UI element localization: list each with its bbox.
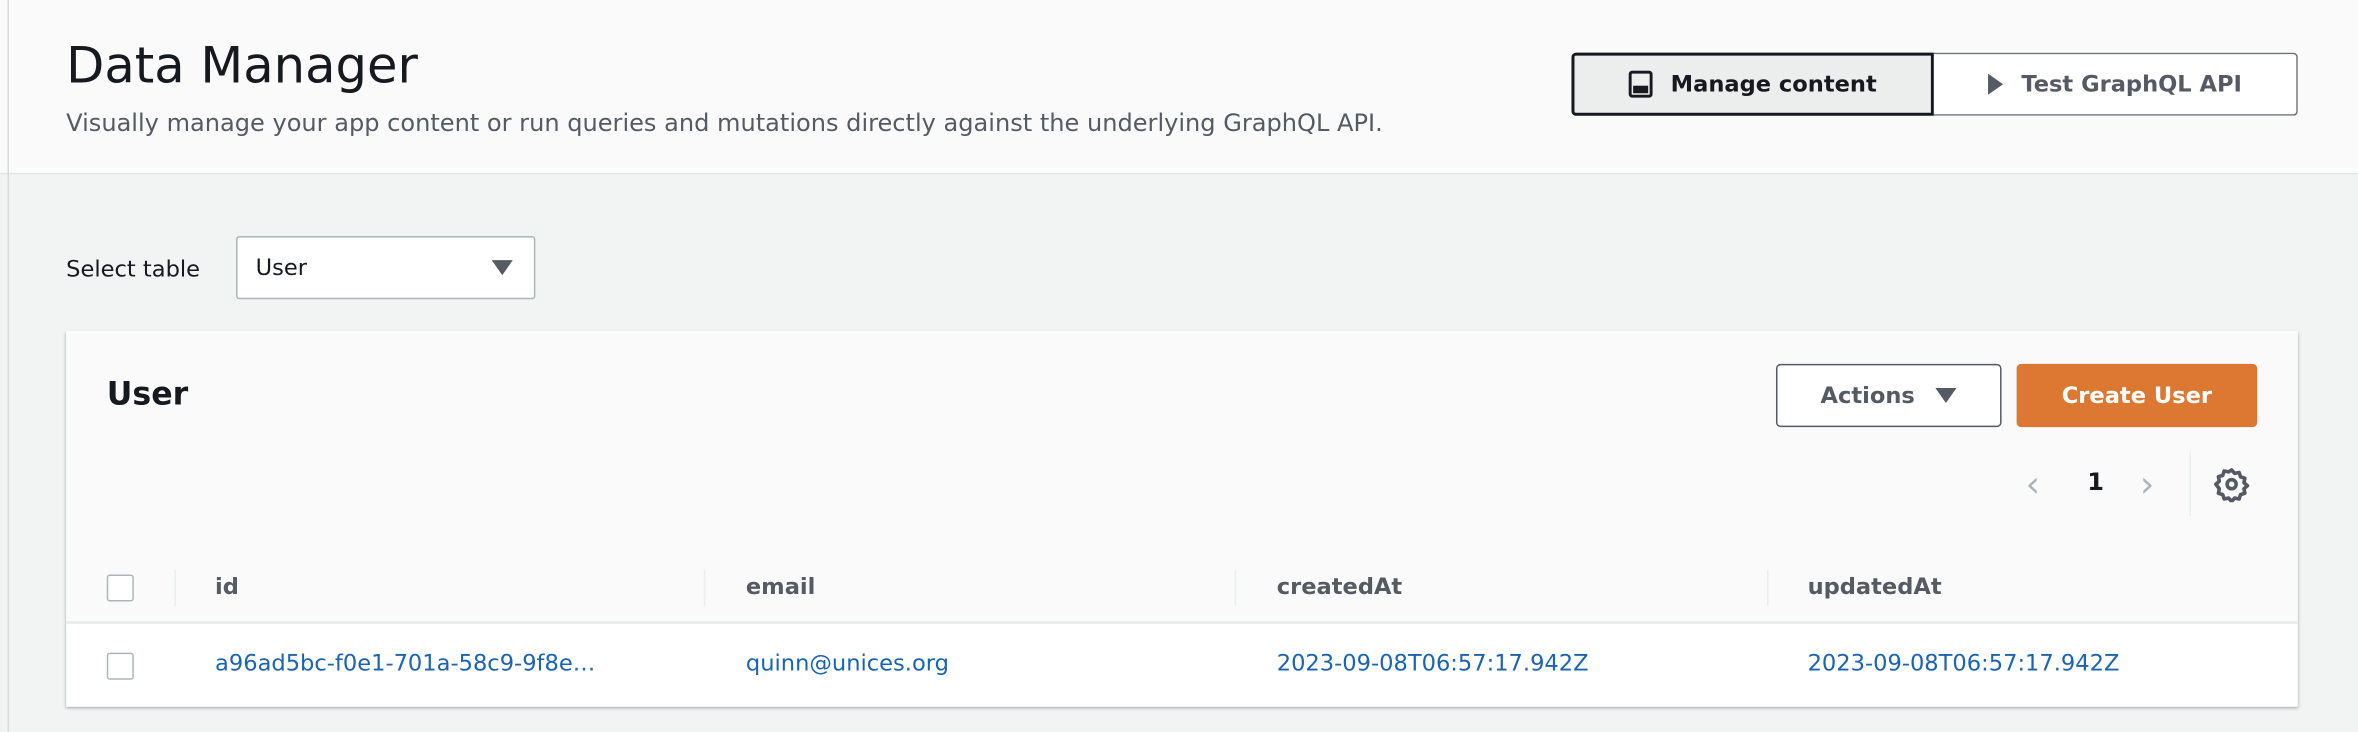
- column-header-email[interactable]: email: [746, 573, 816, 600]
- divider: [2189, 452, 2192, 516]
- divider: [7, 0, 10, 732]
- previous-page-icon[interactable]: ‹: [2026, 463, 2040, 505]
- caret-down-icon: [491, 260, 513, 276]
- page-title: Data Manager: [66, 36, 418, 95]
- manage-content-button[interactable]: Manage content: [1571, 52, 1934, 116]
- column-separator: [174, 569, 176, 607]
- manage-content-label: Manage content: [1670, 70, 1877, 98]
- cell-email-link[interactable]: quinn@unices.org: [746, 650, 949, 677]
- actions-label: Actions: [1820, 381, 1915, 410]
- test-graphql-api-label: Test GraphQL API: [2021, 70, 2242, 98]
- row-checkbox[interactable]: [106, 652, 134, 680]
- column-header-createdat[interactable]: createdAt: [1277, 573, 1402, 600]
- page-header: Data Manager Visually manage your app co…: [0, 0, 2358, 175]
- gear-icon[interactable]: [2214, 466, 2250, 503]
- cell-updatedat-link[interactable]: 2023-09-08T06:57:17.942Z: [1808, 650, 2120, 677]
- select-all-checkbox[interactable]: [106, 574, 134, 602]
- select-table-label: Select table: [66, 255, 201, 283]
- cell-createdat-link[interactable]: 2023-09-08T06:57:17.942Z: [1277, 650, 1589, 677]
- actions-button[interactable]: Actions: [1775, 363, 2002, 428]
- cell-id-link[interactable]: a96ad5bc-f0e1-701a-58c9-9f8e…: [215, 650, 595, 677]
- create-user-button[interactable]: Create User: [2016, 363, 2258, 428]
- table-header-row: id email createdAt updatedAt: [66, 551, 2298, 625]
- test-graphql-api-button[interactable]: Test GraphQL API: [1933, 52, 2298, 116]
- table-row: a96ad5bc-f0e1-701a-58c9-9f8e… quinn@unic…: [66, 624, 2298, 707]
- column-header-id[interactable]: id: [215, 573, 239, 600]
- current-page-number[interactable]: 1: [2087, 468, 2104, 497]
- column-separator: [1234, 569, 1237, 607]
- column-separator: [1766, 569, 1769, 607]
- caret-down-icon: [1935, 387, 1957, 404]
- card-title: User: [106, 375, 189, 413]
- page-subtitle: Visually manage your app content or run …: [66, 108, 1383, 137]
- view-segmented-control: Manage content Test GraphQL API: [1571, 52, 2298, 116]
- table-card: User Actions Create User ‹ 1 › id email …: [66, 330, 2298, 707]
- select-table-value: User: [255, 254, 308, 282]
- column-separator: [703, 569, 706, 607]
- content-panel-icon: [1628, 70, 1653, 98]
- play-icon: [1988, 73, 2004, 95]
- next-page-icon[interactable]: ›: [2140, 463, 2154, 505]
- select-table-dropdown[interactable]: User: [236, 236, 536, 300]
- column-header-updatedat[interactable]: updatedAt: [1808, 573, 1942, 600]
